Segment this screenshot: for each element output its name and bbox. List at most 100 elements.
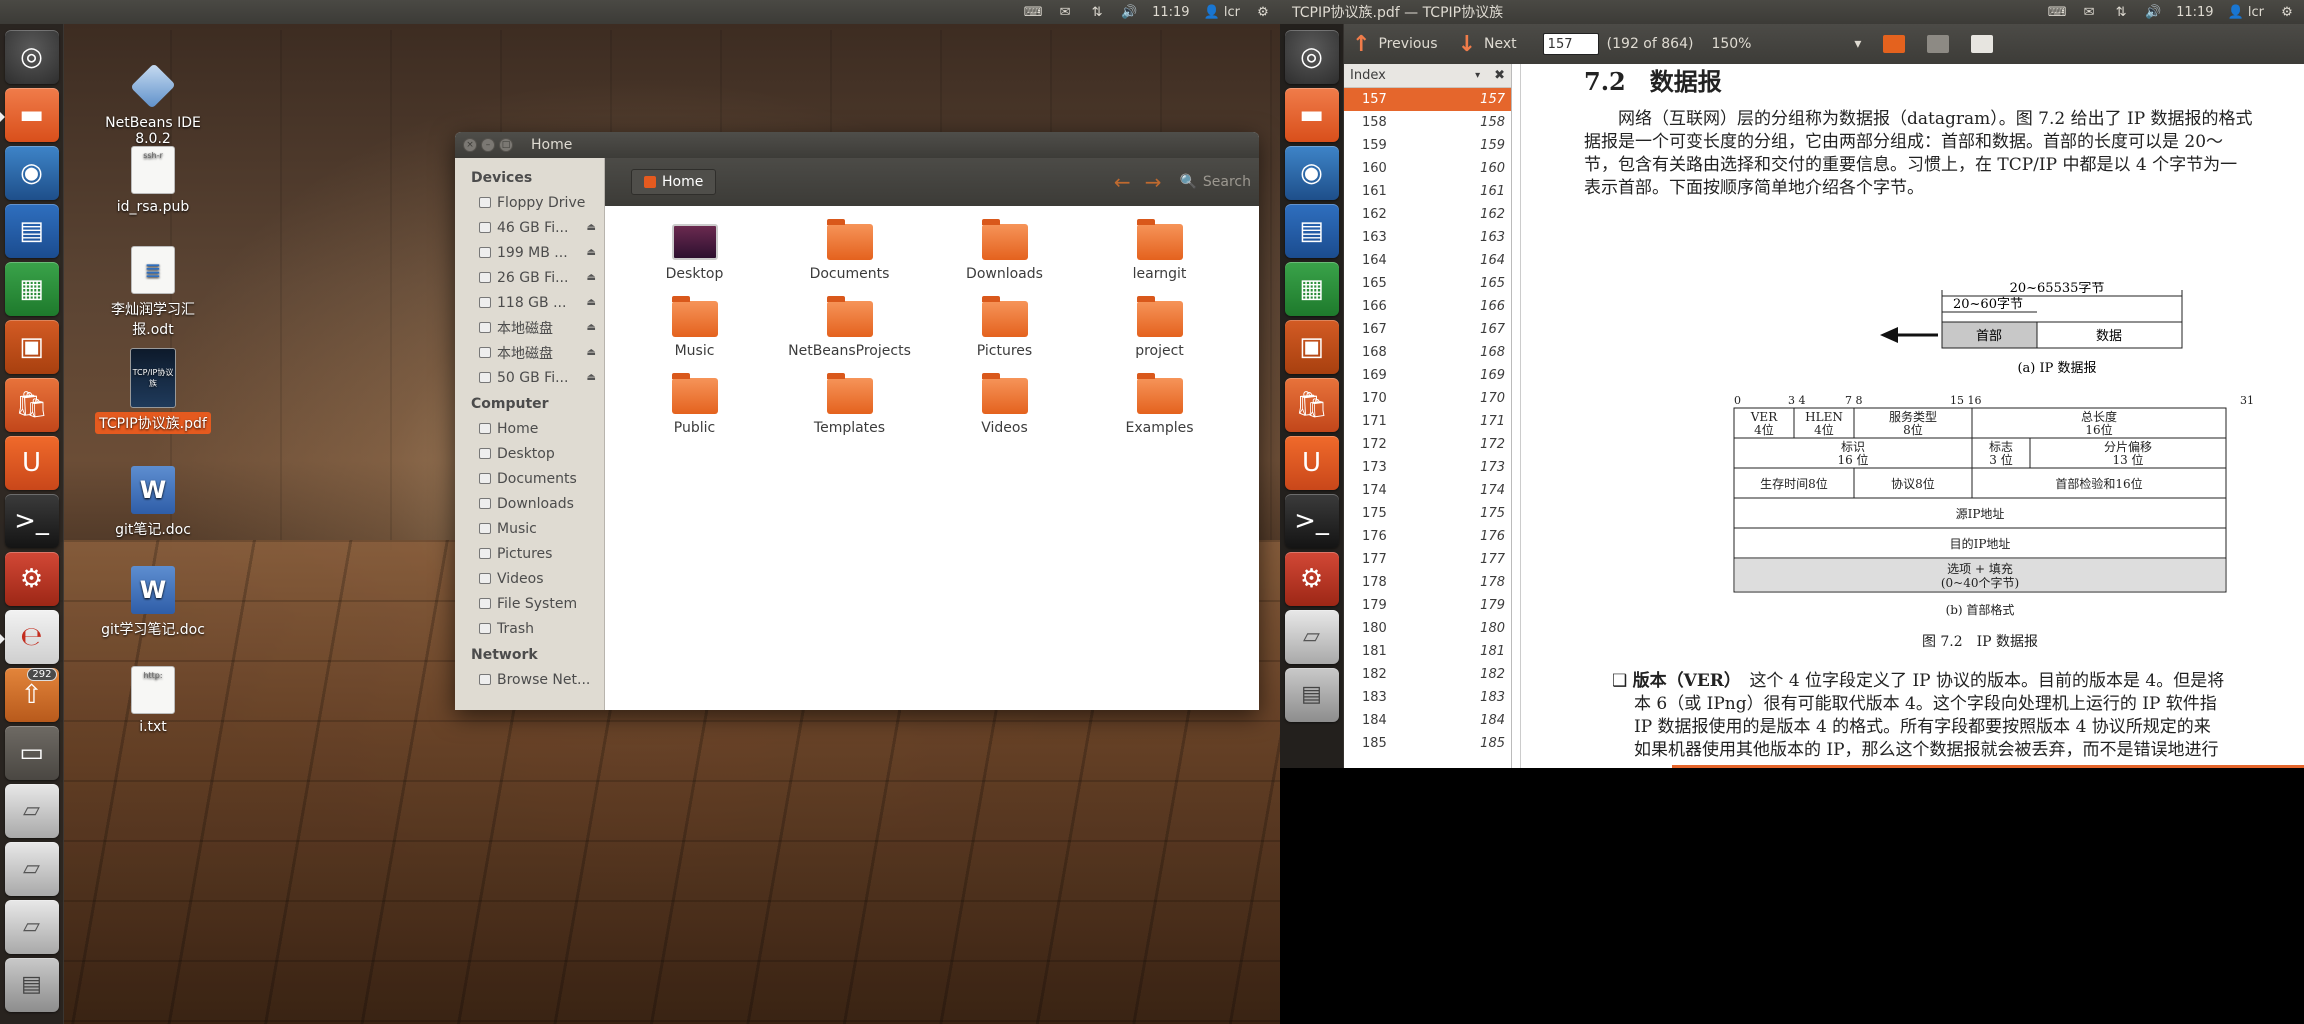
folder-item[interactable]: Pictures (927, 296, 1082, 374)
place-item[interactable]: Trash (455, 616, 604, 641)
index-row[interactable]: 172 172 (1344, 433, 1511, 456)
user-menu[interactable]: 👤 lcr (1204, 5, 1240, 20)
next-button[interactable]: Next (1484, 36, 1517, 52)
path-bar-home[interactable]: Home (631, 169, 717, 195)
index-row[interactable]: 178 178 (1344, 571, 1511, 594)
index-row[interactable]: 163 163 (1344, 226, 1511, 249)
folder-item[interactable]: Desktop (617, 220, 772, 297)
search-button[interactable]: 🔍 Search (1179, 174, 1251, 190)
gear-icon[interactable]: ⚙ (1254, 4, 1272, 20)
drive-launcher-2[interactable]: ▱ (4, 842, 59, 896)
desktop-icon-odt[interactable]: ≣ 李灿润学习汇报.odt (88, 246, 218, 340)
clock[interactable]: 11:19 (2176, 5, 2213, 20)
page-number-input[interactable] (1542, 33, 1599, 55)
eject-icon[interactable]: ⏏ (587, 372, 596, 383)
system-settings-launcher[interactable]: ⚙ (4, 552, 59, 606)
network-icon[interactable]: ⇅ (1088, 4, 1106, 20)
index-row[interactable]: 161 161 (1344, 180, 1511, 203)
index-row[interactable]: 171 171 (1344, 410, 1511, 433)
desktop-icon-id-rsa[interactable]: ssh-r id_rsa.pub (88, 146, 218, 216)
close-sidebar-icon[interactable]: ✖ (1494, 68, 1505, 83)
place-item[interactable]: Pictures (455, 541, 604, 566)
index-row[interactable]: 165 165 (1344, 272, 1511, 295)
index-row[interactable]: 176 176 (1344, 525, 1511, 548)
down-arrow-icon[interactable]: ↓ (1458, 32, 1476, 57)
index-row[interactable]: 177 177 (1344, 548, 1511, 571)
index-row[interactable]: 164 164 (1344, 249, 1511, 272)
ubuntu-one-launcher[interactable]: U (4, 436, 59, 490)
page-menu-icon[interactable] (1971, 35, 1994, 53)
calc-launcher[interactable]: ▦ (4, 262, 59, 316)
zoom-select[interactable]: 150% ▾ (1711, 36, 1861, 52)
calc-launcher[interactable]: ▦ (1284, 262, 1339, 316)
folder-item[interactable]: Documents (772, 219, 927, 297)
folder-item[interactable]: Examples (1082, 373, 1237, 451)
index-row[interactable]: 166 166 (1344, 295, 1511, 318)
folder-item[interactable]: project (1082, 296, 1237, 374)
device-item[interactable]: 118 GB ... ⏏ (455, 290, 604, 315)
chevron-down-icon[interactable]: ▾ (1475, 70, 1480, 81)
folder-item[interactable]: Music (617, 296, 772, 374)
network-item[interactable]: Browse Net... (455, 667, 604, 692)
system-settings-launcher[interactable]: ⚙ (1284, 552, 1339, 606)
folder-item[interactable]: Videos (927, 373, 1082, 451)
terminal-launcher[interactable]: >_ (4, 494, 59, 548)
index-row[interactable]: 173 173 (1344, 456, 1511, 479)
drive-launcher[interactable]: ▱ (1284, 610, 1339, 664)
folder-item[interactable]: Templates (772, 373, 927, 451)
index-row[interactable]: 185 185 (1344, 732, 1511, 755)
dash-button[interactable]: ◎ (4, 30, 59, 84)
eject-icon[interactable]: ⏏ (587, 347, 596, 358)
terminal-launcher[interactable]: >_ (1284, 494, 1339, 548)
pdf-page[interactable]: 7.2 数据报 网络（互联网）层的分组称为数据报（datagram）。图 7.2… (1512, 64, 2304, 768)
device-item[interactable]: 46 GB Fi... ⏏ (455, 215, 604, 240)
mail-icon[interactable]: ✉ (1056, 4, 1074, 20)
ubuntu-one-launcher[interactable]: U (1284, 436, 1339, 490)
place-item[interactable]: Downloads (455, 491, 604, 516)
files-launcher[interactable]: ▬ (1284, 88, 1339, 142)
trash-launcher[interactable]: ▤ (1284, 668, 1339, 722)
writer-launcher[interactable]: ▤ (1284, 204, 1339, 258)
writer-launcher[interactable]: ▤ (4, 204, 59, 258)
horizontal-scrollbar[interactable] (1672, 765, 2304, 768)
device-item[interactable]: 50 GB Fi... ⏏ (455, 365, 604, 390)
software-center-launcher[interactable]: 🛍 (4, 378, 59, 432)
index-row[interactable]: 174 174 (1344, 479, 1511, 502)
trash-launcher[interactable]: ▤ (4, 958, 59, 1012)
impress-launcher[interactable]: ▣ (1284, 320, 1339, 374)
device-item[interactable]: 本地磁盘 ⏏ (455, 315, 604, 340)
eject-icon[interactable]: ⏏ (587, 247, 596, 258)
clock[interactable]: 11:19 (1152, 5, 1189, 20)
firefox-launcher[interactable]: ◉ (1284, 146, 1339, 200)
folder-item[interactable]: Public (617, 373, 772, 451)
index-row[interactable]: 184 184 (1344, 709, 1511, 732)
window-titlebar[interactable]: × – □ Home (455, 132, 1259, 158)
keyboard-icon[interactable]: ⌨ (1024, 4, 1043, 20)
back-arrow-icon[interactable]: ← (1114, 170, 1131, 194)
device-item[interactable]: 199 MB ... ⏏ (455, 240, 604, 265)
index-row[interactable]: 180 180 (1344, 617, 1511, 640)
sidebar-mode-select[interactable]: Index (1350, 68, 1386, 83)
previous-button[interactable]: Previous (1378, 36, 1437, 52)
index-row[interactable]: 170 170 (1344, 387, 1511, 410)
volume-icon[interactable]: 🔊 (2144, 4, 2162, 20)
eject-icon[interactable]: ⏏ (587, 272, 596, 283)
files-launcher[interactable]: ▬ (0, 88, 59, 142)
index-row[interactable]: 168 168 (1344, 341, 1511, 364)
firefox-launcher[interactable]: ◉ (4, 146, 59, 200)
index-row[interactable]: 181 181 (1344, 640, 1511, 663)
folder-item[interactable]: learngit (1082, 219, 1237, 297)
update-manager-launcher[interactable]: 292 ⇧ (4, 668, 59, 722)
up-arrow-icon[interactable]: ↑ (1352, 32, 1370, 57)
desktop-icon-git-study-notes[interactable]: W git学习笔记.doc (88, 566, 218, 640)
index-row[interactable]: 169 169 (1344, 364, 1511, 387)
index-row[interactable]: 175 175 (1344, 502, 1511, 525)
mail-icon[interactable]: ✉ (2080, 4, 2098, 20)
index-row[interactable]: 167 167 (1344, 318, 1511, 341)
index-row[interactable]: 160 160 (1344, 157, 1511, 180)
device-item[interactable]: 26 GB Fi... ⏏ (455, 265, 604, 290)
place-item[interactable]: Home (455, 416, 604, 441)
volume-icon[interactable]: 🔊 (1120, 4, 1138, 20)
drive-launcher-1[interactable]: ▱ (4, 784, 59, 838)
software-center-launcher[interactable]: 🛍 (1284, 378, 1339, 432)
